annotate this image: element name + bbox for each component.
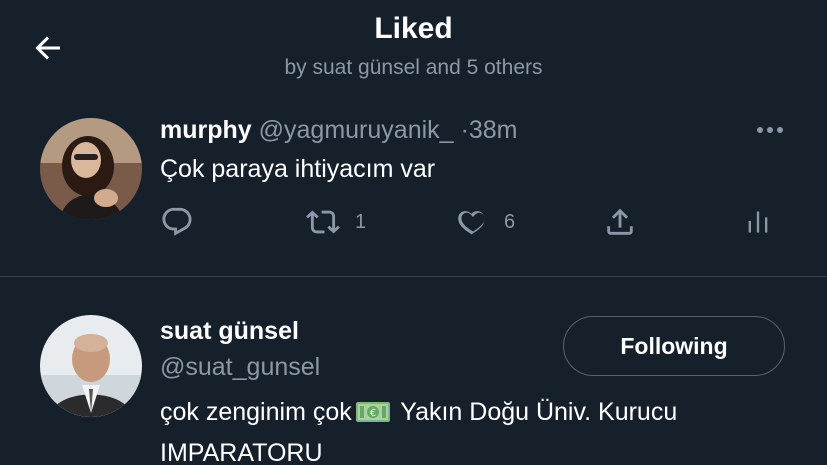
money-with-wings-icon: € [354,399,392,435]
following-button[interactable]: Following [563,316,785,376]
tweet-text: Çok paraya ihtiyacım var [160,155,436,183]
reply-icon [162,207,192,236]
tweet-time[interactable]: 38m [469,116,518,144]
bio-text-start: çok zenginim çok [160,398,352,426]
heart-icon [458,211,485,235]
analytics-button[interactable] [744,204,772,240]
more-dots-icon [757,127,783,133]
retweet-button[interactable]: 1 [305,204,366,240]
tweet-actions: 1 6 [160,204,780,244]
analytics-icon [748,211,768,233]
more-options-button[interactable] [752,118,788,142]
author-handle[interactable]: @yagmuruyanik_ [259,116,454,144]
like-button[interactable]: 6 [456,204,515,240]
user-bio: çok zenginim çok € Yakın Doğu Üniv. Kuru… [160,394,800,465]
liked-by-screen: Liked by suat günsel and 5 others murphy… [0,0,827,465]
user-name[interactable]: suat günsel [160,317,299,346]
author-name[interactable]: murphy [160,116,252,144]
page-title: Liked [374,12,453,45]
user-handle[interactable]: @suat_gunsel [160,353,320,382]
separator-dot: · [460,116,469,144]
avatar[interactable] [40,118,142,220]
tweet-header: murphy @yagmuruyanik_ ·38m [160,116,517,145]
retweet-icon [306,210,340,234]
avatar[interactable] [40,315,142,417]
page-subtitle: by suat günsel and 5 others [284,56,543,79]
reply-button[interactable] [160,204,194,240]
retweet-count: 1 [355,210,367,233]
share-icon [607,208,633,235]
svg-text:€: € [370,408,376,419]
tweet[interactable]: murphy @yagmuruyanik_ ·38m Çok paraya ih… [0,100,827,277]
like-count: 6 [504,210,516,233]
user-cell[interactable]: suat günsel @suat_gunsel Following çok z… [0,277,827,465]
header: Liked by suat günsel and 5 others [0,0,827,100]
share-button[interactable] [603,204,637,240]
